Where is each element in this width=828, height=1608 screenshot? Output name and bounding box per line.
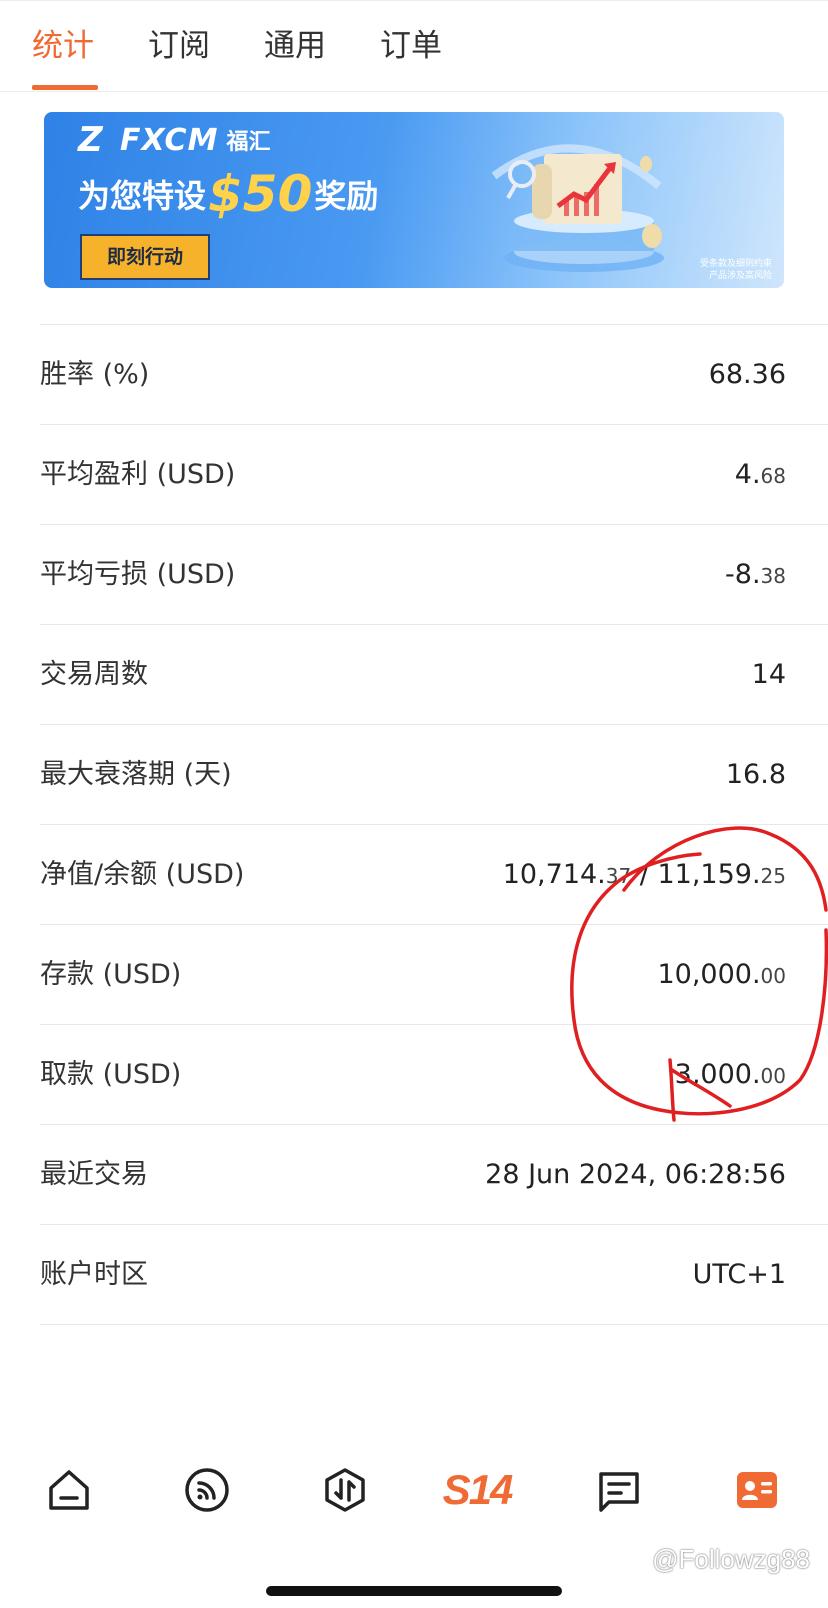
stat-row-withdrawals: 取款 (USD) 3,000.00 xyxy=(40,1025,828,1125)
s14-logo[interactable]: S14 xyxy=(432,1455,522,1525)
stat-label: 胜率 (%) xyxy=(40,359,150,390)
banner-illustration xyxy=(491,144,664,272)
stat-label: 账户时区 xyxy=(40,1259,148,1290)
stat-value: 4.68 xyxy=(735,425,786,525)
stat-value-decimal: 00 xyxy=(760,964,786,988)
stat-value: 14 xyxy=(752,625,786,725)
stat-value: 28 Jun 2024, 06:28:56 xyxy=(485,1125,786,1225)
ad-banner[interactable]: Z FXCM 福汇 为您特设 $50 奖励 即刻行动 受条款及细则约束 产品涉及… xyxy=(44,112,784,288)
stat-value: 16.8 xyxy=(726,725,786,825)
stat-value-main: 10,000. xyxy=(657,959,761,990)
stat-value-main: UTC+1 xyxy=(692,1259,786,1290)
banner-disclaimer-line2: 产品涉及高风险 xyxy=(708,271,772,281)
stat-label: 净值/余额 (USD) xyxy=(40,859,245,890)
banner-headline-post: 奖励 xyxy=(314,177,379,215)
tab-subscribe[interactable]: 订阅 xyxy=(148,23,210,69)
active-tab-indicator xyxy=(32,85,98,90)
banner-disclaimer: 受条款及细则约束 产品涉及高风险 xyxy=(662,258,772,282)
banner-brand: FXCM xyxy=(120,122,219,158)
feed-icon[interactable] xyxy=(172,1455,242,1525)
messages-icon[interactable] xyxy=(584,1455,654,1525)
stat-row-trading-weeks: 交易周数 14 xyxy=(40,625,828,725)
stat-label: 存款 (USD) xyxy=(40,959,182,990)
s14-label: S14 xyxy=(442,1466,514,1513)
stat-row-max-drawdown-period: 最大衰落期 (天) 16.8 xyxy=(40,725,828,825)
stat-value-decimal: 68 xyxy=(760,464,786,488)
tab-general[interactable]: 通用 xyxy=(264,23,326,69)
stat-value-main: 4. xyxy=(734,459,761,490)
stat-label: 平均亏损 (USD) xyxy=(40,559,236,590)
banner-headline-pre: 为您特设 xyxy=(78,177,207,215)
stat-label: 取款 (USD) xyxy=(40,1059,182,1090)
stat-label: 平均盈利 (USD) xyxy=(40,459,236,490)
stat-value-main-2: / 11,159. xyxy=(631,859,761,890)
banner-cta-button[interactable]: 即刻行动 xyxy=(80,234,210,280)
stat-value-main: 14 xyxy=(751,659,786,690)
stat-value-decimal: 37 xyxy=(605,864,632,888)
bottom-nav: S14 xyxy=(0,1455,828,1545)
watermark: @Followzg88 xyxy=(652,1544,810,1574)
stat-row-avg-loss: 平均亏损 (USD) -8.38 xyxy=(40,525,828,625)
stat-label: 最近交易 xyxy=(40,1159,148,1190)
stat-value-main: 16.8 xyxy=(725,759,786,790)
tabs-bar: 统计 订阅 通用 订单 xyxy=(0,0,828,92)
stat-value: 10,000.00 xyxy=(657,925,786,1025)
stat-value-main: 68.36 xyxy=(708,359,786,390)
stat-label: 最大衰落期 (天) xyxy=(40,759,232,790)
home-icon[interactable] xyxy=(34,1455,104,1525)
stat-value-main: 10,714. xyxy=(502,859,606,890)
stat-value-decimal-2: 25 xyxy=(760,864,786,888)
stat-value: 3,000.00 xyxy=(675,1025,786,1125)
stat-row-equity-balance: 净值/余额 (USD) 10,714.37 / 11,159.25 xyxy=(40,825,828,925)
tab-orders[interactable]: 订单 xyxy=(380,23,442,69)
stat-row-deposits: 存款 (USD) 10,000.00 xyxy=(40,925,828,1025)
banner-disclaimer-line1: 受条款及细则约束 xyxy=(699,259,772,269)
profile-card-icon[interactable] xyxy=(722,1455,792,1525)
stat-value-decimal: 00 xyxy=(760,1064,786,1088)
stat-value-main: 3,000. xyxy=(674,1059,761,1090)
stat-row-account-timezone: 账户时区 UTC+1 xyxy=(40,1225,828,1325)
banner-brand-cn: 福汇 xyxy=(226,130,271,155)
stat-value-main: 28 Jun 2024, 06:28:56 xyxy=(485,1159,786,1190)
banner-headline: 为您特设 $50 奖励 xyxy=(78,164,378,224)
trade-icon[interactable] xyxy=(310,1455,380,1525)
stat-value-decimal: 38 xyxy=(760,564,786,588)
banner-logo: Z FXCM 福汇 xyxy=(78,122,270,158)
stat-value: 10,714.37 / 11,159.25 xyxy=(503,825,786,925)
stat-row-last-trade: 最近交易 28 Jun 2024, 06:28:56 xyxy=(40,1125,828,1225)
fxcm-logo-icon: Z xyxy=(78,120,103,160)
home-indicator xyxy=(266,1586,562,1596)
stat-label: 交易周数 xyxy=(40,659,148,690)
stat-row-avg-profit: 平均盈利 (USD) 4.68 xyxy=(40,425,828,525)
stat-value: UTC+1 xyxy=(693,1225,786,1325)
stat-value: 68.36 xyxy=(709,325,786,425)
stat-row-win-rate: 胜率 (%) 68.36 xyxy=(40,325,828,425)
banner-headline-amount: $50 xyxy=(208,165,313,223)
stat-value-main: -8. xyxy=(725,559,761,590)
stat-value: -8.38 xyxy=(725,525,786,625)
tab-stats[interactable]: 统计 xyxy=(32,23,94,69)
